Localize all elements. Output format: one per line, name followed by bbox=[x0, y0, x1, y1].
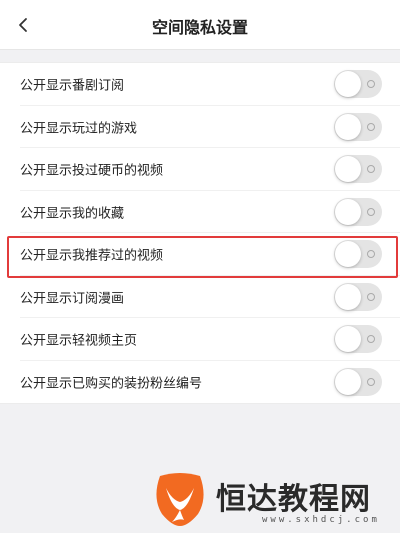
toggle-knob bbox=[335, 71, 361, 98]
toggle-switch[interactable] bbox=[334, 70, 382, 99]
toggle-switch[interactable] bbox=[334, 325, 382, 354]
setting-row-favorites: 公开显示我的收藏 bbox=[0, 191, 400, 233]
toggle-knob bbox=[335, 283, 361, 310]
setting-row-light-video-home: 公开显示轻视频主页 bbox=[0, 318, 400, 361]
off-indicator-icon bbox=[367, 292, 375, 301]
privacy-settings-list: 公开显示番剧订阅 公开显示玩过的游戏 公开显示投过硬币的视频 公开显示我的收藏 … bbox=[0, 62, 400, 404]
setting-label: 公开显示轻视频主页 bbox=[20, 333, 138, 349]
toggle-switch[interactable] bbox=[334, 367, 382, 396]
toggle-switch[interactable] bbox=[334, 282, 382, 311]
off-indicator-icon bbox=[367, 250, 375, 259]
off-indicator-icon bbox=[367, 335, 375, 344]
toggle-switch[interactable] bbox=[334, 240, 382, 269]
setting-label: 公开显示订阅漫画 bbox=[20, 291, 125, 307]
off-indicator-icon bbox=[367, 165, 375, 174]
toggle-switch[interactable] bbox=[334, 112, 382, 141]
setting-row-recommended-videos: 公开显示我推荐过的视频 bbox=[0, 233, 400, 276]
setting-row-played-games: 公开显示玩过的游戏 bbox=[0, 106, 400, 148]
toggle-knob bbox=[335, 198, 361, 225]
toggle-knob bbox=[335, 156, 361, 183]
toggle-knob bbox=[335, 113, 361, 140]
toggle-knob bbox=[335, 241, 361, 268]
watermark-url: www.sxhdcj.com bbox=[262, 515, 380, 525]
setting-label: 公开显示玩过的游戏 bbox=[20, 121, 138, 137]
toggle-switch[interactable] bbox=[334, 197, 382, 226]
off-indicator-icon bbox=[367, 207, 375, 216]
setting-label: 公开显示番剧订阅 bbox=[20, 78, 125, 94]
off-indicator-icon bbox=[367, 377, 375, 386]
watermark: 恒达教程网 www.sxhdcj.com bbox=[150, 468, 400, 533]
setting-label: 公开显示已购买的装扮粉丝编号 bbox=[20, 376, 203, 392]
watermark-text: 恒达教程网 bbox=[216, 482, 371, 517]
setting-label: 公开显示我推荐过的视频 bbox=[20, 248, 164, 264]
setting-row-bangumi-subscriptions: 公开显示番剧订阅 bbox=[0, 63, 400, 106]
toggle-knob bbox=[335, 326, 361, 353]
page-title: 空间隐私设置 bbox=[151, 18, 248, 37]
setting-label: 公开显示投过硬币的视频 bbox=[20, 163, 164, 179]
setting-row-subscribed-comics: 公开显示订阅漫画 bbox=[0, 276, 400, 318]
top-bar: 空间隐私设置 bbox=[0, 0, 400, 50]
watermark-logo-icon bbox=[156, 473, 204, 526]
setting-row-coined-videos: 公开显示投过硬币的视频 bbox=[0, 148, 400, 191]
toggle-switch[interactable] bbox=[334, 155, 382, 184]
setting-row-fan-numbers: 公开显示已购买的装扮粉丝编号 bbox=[0, 361, 400, 404]
off-indicator-icon bbox=[367, 80, 375, 89]
setting-label: 公开显示我的收藏 bbox=[20, 206, 125, 222]
toggle-knob bbox=[335, 368, 361, 395]
off-indicator-icon bbox=[367, 122, 375, 131]
